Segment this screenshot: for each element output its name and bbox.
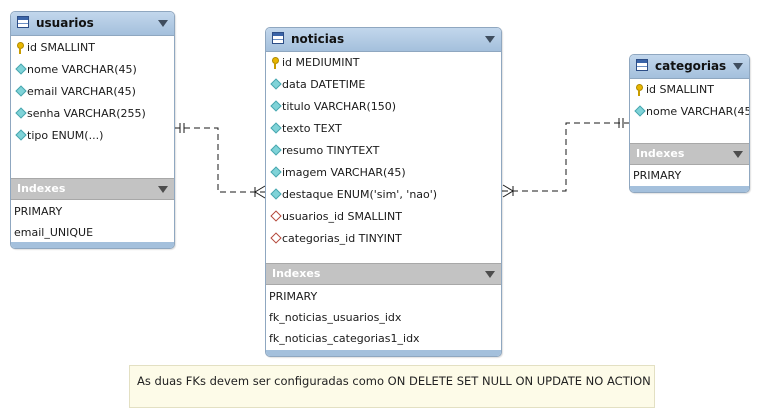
column-label: nome VARCHAR(45) bbox=[27, 63, 137, 76]
primary-key-icon bbox=[16, 42, 24, 54]
table-usuarios[interactable]: usuarios id SMALLINT nome VARCHAR(45) em… bbox=[10, 11, 175, 249]
index-label: PRIMARY bbox=[269, 290, 318, 303]
column-row[interactable]: destaque ENUM('sim', 'nao') bbox=[266, 184, 501, 206]
column-diamond-icon bbox=[271, 168, 279, 176]
table-title: categorias bbox=[655, 59, 727, 73]
indexes-label: Indexes bbox=[272, 267, 321, 280]
table-footer bbox=[266, 350, 501, 356]
column-row[interactable]: data DATETIME bbox=[266, 74, 501, 96]
column-label: id SMALLINT bbox=[27, 41, 95, 54]
index-row[interactable]: PRIMARY bbox=[630, 165, 749, 186]
column-row[interactable]: imagem VARCHAR(45) bbox=[266, 162, 501, 184]
index-list: PRIMARY email_UNIQUE bbox=[11, 201, 174, 243]
column-label: id SMALLINT bbox=[646, 83, 714, 96]
diagram-note[interactable]: As duas FKs devem ser configuradas como … bbox=[129, 365, 655, 408]
table-title: usuarios bbox=[36, 16, 94, 30]
column-row[interactable]: nome VARCHAR(45) bbox=[11, 59, 174, 81]
table-header[interactable]: usuarios bbox=[11, 12, 174, 36]
index-label: PRIMARY bbox=[14, 205, 63, 218]
table-icon bbox=[272, 32, 284, 44]
column-diamond-icon bbox=[271, 80, 279, 88]
indexes-label: Indexes bbox=[17, 182, 66, 195]
column-row[interactable]: usuarios_id SMALLINT bbox=[266, 206, 501, 228]
foreign-key-diamond-icon bbox=[271, 212, 279, 220]
collapse-arrow-icon[interactable] bbox=[485, 271, 495, 278]
table-categorias[interactable]: categorias id SMALLINT nome VARCHAR(45) … bbox=[629, 54, 750, 193]
column-diamond-icon bbox=[16, 65, 24, 73]
indexes-header[interactable]: Indexes bbox=[266, 263, 501, 285]
column-diamond-icon bbox=[271, 190, 279, 198]
column-diamond-icon bbox=[635, 107, 643, 115]
note-text: As duas FKs devem ser configuradas como … bbox=[137, 374, 651, 388]
column-diamond-icon bbox=[271, 102, 279, 110]
collapse-arrow-icon[interactable] bbox=[158, 186, 168, 193]
column-diamond-icon bbox=[271, 124, 279, 132]
collapse-arrow-icon[interactable] bbox=[733, 63, 743, 70]
column-row[interactable]: id SMALLINT bbox=[630, 79, 749, 101]
column-diamond-icon bbox=[16, 87, 24, 95]
index-row[interactable]: email_UNIQUE bbox=[11, 222, 174, 243]
column-row[interactable]: nome VARCHAR(45) bbox=[630, 101, 749, 123]
column-row[interactable]: resumo TINYTEXT bbox=[266, 140, 501, 162]
index-label: email_UNIQUE bbox=[14, 226, 94, 239]
table-title: noticias bbox=[291, 32, 345, 46]
primary-key-icon bbox=[635, 84, 643, 96]
index-row[interactable]: PRIMARY bbox=[11, 201, 174, 222]
column-diamond-icon bbox=[271, 146, 279, 154]
column-row[interactable]: categorias_id TINYINT bbox=[266, 228, 501, 250]
column-label: texto TEXT bbox=[282, 122, 342, 135]
column-list: id SMALLINT nome VARCHAR(45) email VARCH… bbox=[11, 36, 174, 147]
table-header[interactable]: noticias bbox=[266, 28, 501, 52]
column-label: email VARCHAR(45) bbox=[27, 85, 136, 98]
column-label: id MEDIUMINT bbox=[282, 56, 360, 69]
collapse-arrow-icon[interactable] bbox=[485, 36, 495, 43]
column-label: destaque ENUM('sim', 'nao') bbox=[282, 188, 438, 201]
column-row[interactable]: titulo VARCHAR(150) bbox=[266, 96, 501, 118]
column-list: id SMALLINT nome VARCHAR(45) bbox=[630, 79, 749, 123]
column-label: imagem VARCHAR(45) bbox=[282, 166, 406, 179]
relationship-categorias-noticias bbox=[502, 118, 630, 198]
column-label: resumo TINYTEXT bbox=[282, 144, 380, 157]
index-list: PRIMARY fk_noticias_usuarios_idx fk_noti… bbox=[266, 286, 501, 349]
index-list: PRIMARY bbox=[630, 165, 749, 186]
column-row[interactable]: tipo ENUM(...) bbox=[11, 125, 174, 147]
column-row[interactable]: id MEDIUMINT bbox=[266, 52, 501, 74]
table-noticias[interactable]: noticias id MEDIUMINT data DATETIME titu… bbox=[265, 27, 502, 357]
collapse-arrow-icon[interactable] bbox=[158, 20, 168, 27]
index-row[interactable]: fk_noticias_usuarios_idx bbox=[266, 307, 501, 328]
column-label: titulo VARCHAR(150) bbox=[282, 100, 397, 113]
primary-key-icon bbox=[271, 57, 279, 69]
index-row[interactable]: fk_noticias_categorias1_idx bbox=[266, 328, 501, 349]
indexes-header[interactable]: Indexes bbox=[630, 143, 749, 165]
table-footer bbox=[630, 186, 749, 192]
column-label: tipo ENUM(...) bbox=[27, 129, 104, 142]
column-row[interactable]: senha VARCHAR(255) bbox=[11, 103, 174, 125]
column-row[interactable]: id SMALLINT bbox=[11, 37, 174, 59]
indexes-label: Indexes bbox=[636, 147, 685, 160]
column-label: nome VARCHAR(45) bbox=[646, 105, 750, 118]
table-footer bbox=[11, 242, 174, 248]
column-label: usuarios_id SMALLINT bbox=[282, 210, 402, 223]
index-row[interactable]: PRIMARY bbox=[266, 286, 501, 307]
column-label: senha VARCHAR(255) bbox=[27, 107, 146, 120]
column-diamond-icon bbox=[16, 109, 24, 117]
relationship-usuarios-noticias bbox=[174, 123, 266, 199]
column-list: id MEDIUMINT data DATETIME titulo VARCHA… bbox=[266, 52, 501, 250]
table-icon bbox=[17, 16, 29, 28]
column-label: data DATETIME bbox=[282, 78, 366, 91]
column-row[interactable]: email VARCHAR(45) bbox=[11, 81, 174, 103]
index-label: PRIMARY bbox=[633, 169, 682, 182]
indexes-header[interactable]: Indexes bbox=[11, 178, 174, 200]
column-diamond-icon bbox=[16, 131, 24, 139]
index-label: fk_noticias_usuarios_idx bbox=[269, 311, 402, 324]
table-icon bbox=[636, 59, 648, 71]
foreign-key-diamond-icon bbox=[271, 234, 279, 242]
column-row[interactable]: texto TEXT bbox=[266, 118, 501, 140]
column-label: categorias_id TINYINT bbox=[282, 232, 402, 245]
index-label: fk_noticias_categorias1_idx bbox=[269, 332, 420, 345]
collapse-arrow-icon[interactable] bbox=[733, 151, 743, 158]
table-header[interactable]: categorias bbox=[630, 55, 749, 79]
